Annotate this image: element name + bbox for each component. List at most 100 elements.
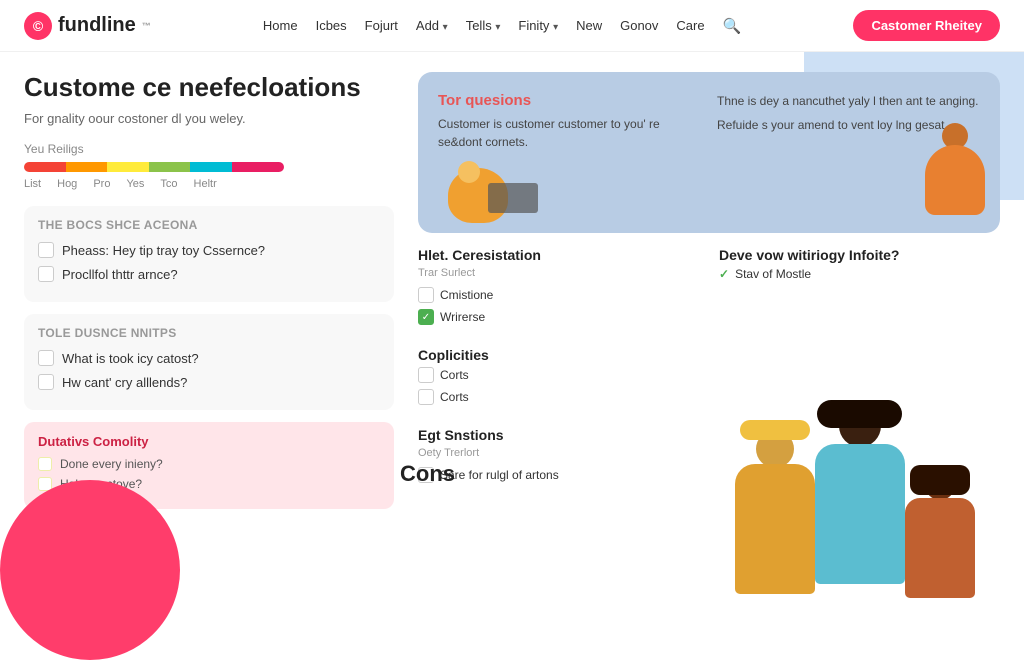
comp-checkbox-1[interactable] bbox=[418, 367, 434, 383]
complications-section: Coplicities Corts Corts bbox=[418, 347, 1000, 411]
figure-head-left bbox=[458, 161, 480, 183]
logo-text: fundline bbox=[58, 14, 136, 37]
rating-label-2: Hog bbox=[57, 178, 77, 190]
rating-labels: List Hog Pro Yes Tco Heltr bbox=[24, 178, 394, 190]
complication-item-2[interactable]: Corts bbox=[418, 389, 1000, 405]
panel1-checkbox-2[interactable]: ✓ bbox=[418, 309, 434, 325]
highlight-dot-1 bbox=[38, 457, 52, 471]
egt-snstions-section: Egt Snstions Oety Trerlort Sare for rulg… bbox=[418, 427, 1000, 489]
egt-label-1: Sare for rulgl of artons bbox=[440, 468, 559, 482]
logo[interactable]: © fundline ™ bbox=[24, 12, 151, 40]
panel1-subtitle: Trar Surlect bbox=[418, 267, 699, 279]
panel-deve-vow: Deve vow witiriogy Infoite? ✓ Stav of Mo… bbox=[719, 247, 1000, 331]
checkbox-label-2: Procllfol thttr arnce? bbox=[62, 267, 178, 282]
finity-dropdown-arrow: ▾ bbox=[553, 22, 558, 33]
panel2-check-row: ✓ Stav of Mostle bbox=[719, 267, 1000, 281]
comp-label-1: Corts bbox=[440, 368, 469, 382]
checkbox-3[interactable] bbox=[38, 350, 54, 366]
hero-figure-right bbox=[920, 123, 990, 233]
cta-button[interactable]: Castomer Rheitey bbox=[853, 10, 1000, 41]
hero-right-text1: Thne is dey a nancuthet yaly l then ant … bbox=[717, 92, 980, 110]
panel1-item-2[interactable]: ✓ Wrirerse bbox=[418, 309, 699, 325]
left-column: Custome ce neefecloations For gnality oo… bbox=[24, 72, 394, 521]
checkbox-item-2[interactable]: Procllfol thttr arnce? bbox=[38, 266, 380, 282]
rating-seg-2 bbox=[66, 162, 108, 172]
egt-item-1[interactable]: Sare for rulgl of artons bbox=[418, 467, 1000, 483]
nav-add[interactable]: Add ▾ bbox=[416, 18, 448, 33]
nav-links: Home Icbes Fojurt Add ▾ Tells ▾ Finity ▾… bbox=[263, 17, 741, 35]
figure-body-right bbox=[925, 145, 985, 215]
nav-finity[interactable]: Finity ▾ bbox=[518, 18, 558, 33]
complication-item-1[interactable]: Corts bbox=[418, 367, 1000, 383]
panel1-checkbox-1[interactable] bbox=[418, 287, 434, 303]
panel1-label-2: Wrirerse bbox=[440, 310, 485, 324]
rating-seg-6 bbox=[232, 162, 284, 172]
search-icon[interactable]: 🔍 bbox=[723, 17, 742, 35]
highlight-title: Dutativs Comolity bbox=[38, 434, 380, 449]
hero-left: Tor quesions Customer is customer custom… bbox=[438, 92, 701, 223]
cons-text: Cons bbox=[400, 461, 455, 487]
comp-checkbox-2[interactable] bbox=[418, 389, 434, 405]
navbar: © fundline ™ Home Icbes Fojurt Add ▾ Tel… bbox=[0, 0, 1024, 52]
checkbox-item-4[interactable]: Hw cant' cry alllends? bbox=[38, 374, 380, 390]
rating-seg-1 bbox=[24, 162, 66, 172]
rating-label-3: Pro bbox=[93, 178, 110, 190]
right-column: Tor quesions Customer is customer custom… bbox=[418, 72, 1000, 521]
page-title: Custome ce neefecloations bbox=[24, 72, 394, 103]
nav-fojurt[interactable]: Fojurt bbox=[365, 18, 398, 33]
add-dropdown-arrow: ▾ bbox=[443, 22, 448, 33]
bottom-panels: Hlet. Ceresistation Trar Surlect Cmistio… bbox=[418, 247, 1000, 331]
page-subtitle: For gnality oour costoner dl you weley. bbox=[24, 111, 394, 126]
hero-left-text: Customer is customer customer to you' re… bbox=[438, 115, 701, 151]
comp-label-2: Corts bbox=[440, 390, 469, 404]
complications-title: Coplicities bbox=[418, 347, 1000, 363]
section-card-1: The bocs Shce Aceona Pheass: Hey tip tra… bbox=[24, 206, 394, 302]
nav-home[interactable]: Home bbox=[263, 18, 298, 33]
panel2-title: Deve vow witiriogy Infoite? bbox=[719, 247, 1000, 263]
panel1-item-1[interactable]: Cmistione bbox=[418, 287, 699, 303]
main-content: Custome ce neefecloations For gnality oo… bbox=[0, 52, 1024, 521]
checkbox-label-4: Hw cant' cry alllends? bbox=[62, 375, 187, 390]
rating-seg-5 bbox=[190, 162, 232, 172]
rating-seg-4 bbox=[149, 162, 191, 172]
panel-ceresistation: Hlet. Ceresistation Trar Surlect Cmistio… bbox=[418, 247, 699, 331]
bg-decoration-red bbox=[0, 480, 180, 660]
rating-seg-3 bbox=[107, 162, 149, 172]
checkbox-item-1[interactable]: Pheass: Hey tip tray toy Cssernce? bbox=[38, 242, 380, 258]
checkbox-label-3: What is took icy catost? bbox=[62, 351, 199, 366]
rating-label-4: Yes bbox=[126, 178, 144, 190]
highlight-item-1[interactable]: Done every inieny? bbox=[38, 457, 380, 471]
nav-tells[interactable]: Tells ▾ bbox=[466, 18, 501, 33]
section1-title: The bocs Shce Aceona bbox=[38, 218, 380, 232]
egt-subtitle: Oety Trerlort bbox=[418, 447, 1000, 459]
laptop-icon bbox=[488, 183, 538, 213]
hero-title: Tor quesions bbox=[438, 92, 701, 109]
hero-illustration-area bbox=[438, 163, 701, 223]
check-green-icon: ✓ bbox=[719, 267, 729, 281]
checkbox-4[interactable] bbox=[38, 374, 54, 390]
panel1-label-1: Cmistione bbox=[440, 288, 493, 302]
hero-right: Thne is dey a nancuthet yaly l then ant … bbox=[717, 92, 980, 223]
checkbox-2[interactable] bbox=[38, 266, 54, 282]
checkbox-item-3[interactable]: What is took icy catost? bbox=[38, 350, 380, 366]
highlight-label-1: Done every inieny? bbox=[60, 457, 163, 471]
nav-new[interactable]: New bbox=[576, 18, 602, 33]
logo-icon: © bbox=[24, 12, 52, 40]
rating-label-6: Heltr bbox=[194, 178, 217, 190]
rating-label-5: Tco bbox=[160, 178, 177, 190]
panel1-title: Hlet. Ceresistation bbox=[418, 247, 699, 263]
tells-dropdown-arrow: ▾ bbox=[495, 22, 500, 33]
section2-title: Tole Dusnce Nnitps bbox=[38, 326, 380, 340]
checkbox-1[interactable] bbox=[38, 242, 54, 258]
rating-label: Yeu Reiligs bbox=[24, 142, 394, 156]
rating-bar bbox=[24, 162, 284, 172]
rating-label-1: List bbox=[24, 178, 41, 190]
egt-title: Egt Snstions bbox=[418, 427, 1000, 443]
hero-card: Tor quesions Customer is customer custom… bbox=[418, 72, 1000, 233]
checkbox-label-1: Pheass: Hey tip tray toy Cssernce? bbox=[62, 243, 265, 258]
section-card-2: Tole Dusnce Nnitps What is took icy cato… bbox=[24, 314, 394, 410]
nav-icbes[interactable]: Icbes bbox=[316, 18, 347, 33]
panel2-check-item: Stav of Mostle bbox=[735, 267, 811, 281]
nav-care[interactable]: Care bbox=[676, 18, 704, 33]
nav-gonov[interactable]: Gonov bbox=[620, 18, 658, 33]
